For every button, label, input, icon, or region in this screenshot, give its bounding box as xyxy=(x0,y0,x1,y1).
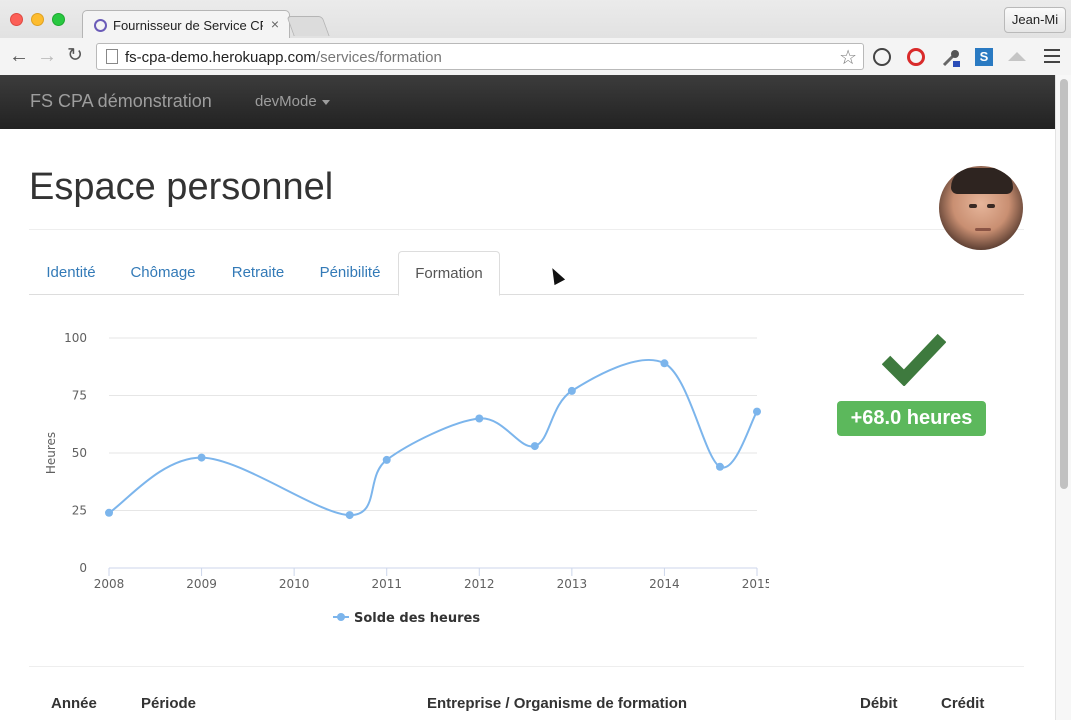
x-tick-label: 2012 xyxy=(464,577,495,591)
checkmark-icon xyxy=(881,332,947,387)
scroll-thumb[interactable] xyxy=(1060,79,1068,489)
minimize-window-button[interactable] xyxy=(31,13,44,26)
data-point xyxy=(660,359,669,368)
title-divider xyxy=(29,229,1024,230)
info-extension-icon[interactable] xyxy=(873,48,891,66)
data-point xyxy=(475,414,484,423)
x-tick-label: 2009 xyxy=(186,577,217,591)
page-icon xyxy=(106,49,118,64)
tab-chomage[interactable]: Chômage xyxy=(115,251,211,295)
tab-formation[interactable]: Formation xyxy=(398,251,500,296)
opera-extension-icon[interactable] xyxy=(907,48,925,66)
caret-down-icon xyxy=(321,99,330,105)
data-point xyxy=(197,453,206,462)
s-extension-icon[interactable]: S xyxy=(975,48,993,66)
x-tick-label: 2011 xyxy=(371,577,402,591)
x-tick-label: 2008 xyxy=(94,577,125,591)
back-arrow-icon[interactable]: ← xyxy=(9,45,29,67)
avatar-hair xyxy=(951,168,1013,194)
nav-tabs: Identité Chômage Retraite Pénibilité For… xyxy=(29,251,1024,296)
browser-chrome: Fournisseur de Service CPA × Jean-Mi ← →… xyxy=(0,0,1071,75)
browser-toolbar: ← → ↻ fs-cpa-demo.herokuapp.com/services… xyxy=(0,38,1071,75)
x-tick-label: 2013 xyxy=(557,577,588,591)
data-point xyxy=(105,508,113,517)
forward-arrow-icon[interactable]: → xyxy=(37,45,57,67)
devmode-label: devMode xyxy=(255,93,317,110)
avatar-eye-left xyxy=(969,204,977,208)
url-text[interactable]: fs-cpa-demo.herokuapp.com/services/forma… xyxy=(125,49,442,66)
data-point xyxy=(715,462,724,471)
chart-svg: 0 25 50 75 100 2008 2009 2010 2011 2012 2013 2014 20… xyxy=(44,331,769,626)
data-point xyxy=(530,442,539,451)
maximize-window-button[interactable] xyxy=(52,13,65,26)
section-divider xyxy=(29,666,1024,667)
drive-extension-icon[interactable] xyxy=(1008,52,1026,61)
favicon-icon xyxy=(94,19,107,32)
hours-balance-badge: +68.0 heures xyxy=(837,401,986,436)
devmode-dropdown[interactable]: devMode xyxy=(255,93,330,110)
tab-identite[interactable]: Identité xyxy=(29,251,113,295)
browser-tab[interactable]: Fournisseur de Service CPA × xyxy=(82,10,290,39)
browser-tab-title: Fournisseur de Service CPA xyxy=(113,18,263,33)
new-tab-button[interactable] xyxy=(286,16,330,36)
table-header-annee: Année xyxy=(51,695,97,712)
data-point xyxy=(753,407,761,416)
tab-strip: Fournisseur de Service CPA × Jean-Mi xyxy=(0,0,1071,39)
url-host: fs-cpa-demo.herokuapp.com xyxy=(125,49,316,66)
page-scrollbar[interactable] xyxy=(1055,75,1071,720)
tab-retraite[interactable]: Retraite xyxy=(217,251,299,295)
color-picker-extension-icon[interactable] xyxy=(941,48,960,67)
close-window-button[interactable] xyxy=(10,13,23,26)
bookmark-star-icon[interactable]: ☆ xyxy=(839,45,857,70)
url-path: /services/formation xyxy=(315,49,442,66)
profile-button[interactable]: Jean-Mi xyxy=(1004,7,1066,33)
data-point xyxy=(382,455,391,464)
x-tick-label: 2010 xyxy=(279,577,310,591)
data-point xyxy=(567,386,576,395)
y-tick-label: 75 xyxy=(72,389,87,403)
y-tick-label: 100 xyxy=(64,331,87,345)
x-tick-label: 2015 xyxy=(742,577,769,591)
table-header-periode: Période xyxy=(141,695,197,712)
series-line xyxy=(108,358,758,517)
navbar-brand[interactable]: FS CPA démonstration xyxy=(30,91,212,112)
y-tick-label: 25 xyxy=(72,504,87,518)
table-header-credit: Crédit xyxy=(941,695,985,712)
x-tick-label: 2014 xyxy=(649,577,680,591)
legend-label: Solde des heures xyxy=(354,611,480,626)
y-axis-label: Heures xyxy=(44,432,58,474)
page-title: Espace personnel xyxy=(29,166,334,208)
data-point xyxy=(345,511,354,520)
avatar-mouth xyxy=(975,228,991,231)
address-bar[interactable]: fs-cpa-demo.herokuapp.com/services/forma… xyxy=(96,43,864,70)
tab-penibilite[interactable]: Pénibilité xyxy=(304,251,396,295)
y-tick-label: 50 xyxy=(72,446,87,460)
table-header-debit: Débit xyxy=(860,695,898,712)
avatar-eye-right xyxy=(987,204,995,208)
reload-icon[interactable]: ↻ xyxy=(67,45,83,67)
avatar xyxy=(939,166,1023,250)
app-navbar: FS CPA démonstration devMode xyxy=(0,75,1055,129)
formation-chart: 0 25 50 75 100 2008 2009 2010 2011 2012 2013 2014 20… xyxy=(29,320,769,640)
legend-marker xyxy=(337,613,345,621)
menu-icon[interactable] xyxy=(1044,49,1060,63)
tab-close-icon[interactable]: × xyxy=(271,16,279,32)
y-tick-label: 0 xyxy=(79,561,87,575)
table-header-entreprise: Entreprise / Organisme de formation xyxy=(427,695,688,712)
